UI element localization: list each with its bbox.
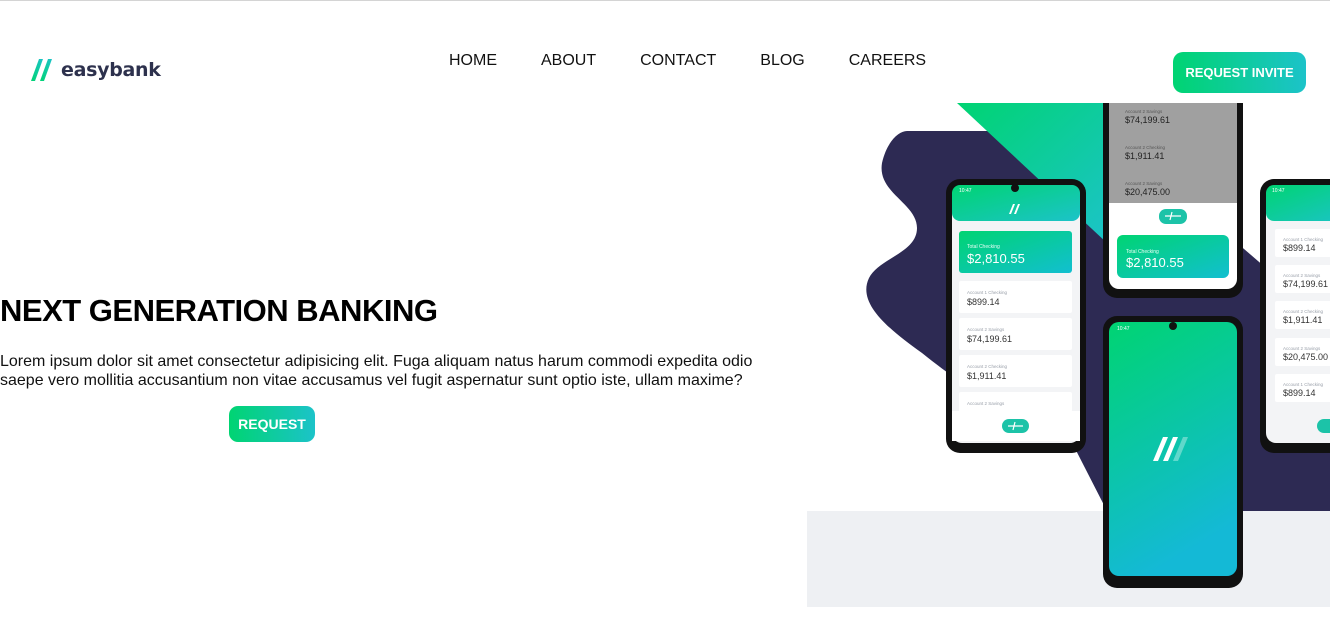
acct-amount: $20,475.00 xyxy=(1283,352,1328,362)
status-time-splash: 10:47 xyxy=(1117,326,1130,332)
hero-title: NEXT GENERATION BANKING xyxy=(0,293,438,328)
hero-mockup-image: 10:47 Total Checking $2,810.55 Account 1… xyxy=(807,103,1330,607)
request-button[interactable]: REQUEST xyxy=(229,406,315,442)
card-label-left: Total Checking xyxy=(967,244,1000,250)
acct-label: Account 1 Checking xyxy=(1283,237,1324,242)
acct-amount: $899.14 xyxy=(1283,243,1316,253)
page: easybank HOME ABOUT CONTACT BLOG CAREERS… xyxy=(0,0,1330,636)
nav-blog[interactable]: BLOG xyxy=(760,51,804,71)
nav-contact[interactable]: CONTACT xyxy=(640,51,716,71)
acct-label: Account 1 Checking xyxy=(1283,382,1324,387)
acct-amount: $74,199.61 xyxy=(1283,279,1328,289)
acct-amount: $899.14 xyxy=(1283,388,1316,398)
nav-home[interactable]: HOME xyxy=(449,51,497,71)
acct-label: Account 2 Savings xyxy=(1125,181,1163,186)
nav-about[interactable]: ABOUT xyxy=(541,51,596,71)
card-amount-top: $2,810.55 xyxy=(1126,255,1184,270)
acct-label: Account 2 Savings xyxy=(967,401,1005,406)
status-time-left: 10:47 xyxy=(959,188,972,194)
main-nav: HOME ABOUT CONTACT BLOG CAREERS xyxy=(449,51,926,71)
acct-label: Account 2 Savings xyxy=(1283,346,1321,351)
hero-description: Lorem ipsum dolor sit amet consectetur a… xyxy=(0,353,753,389)
logo-icon xyxy=(29,58,55,82)
acct-label: Account 2 Checking xyxy=(1125,145,1166,150)
status-time-right: 10:47 xyxy=(1272,188,1285,194)
acct-label: Account 2 Savings xyxy=(1125,109,1163,114)
acct-amount: $1,911.41 xyxy=(1283,315,1322,325)
floor-band xyxy=(807,511,1330,607)
acct-label: Account 2 Checking xyxy=(1283,309,1324,314)
nav-careers[interactable]: CAREERS xyxy=(849,51,926,71)
acct-amount: $1,911.41 xyxy=(967,371,1006,381)
logo-text: easybank xyxy=(61,59,161,81)
phone-left: 10:47 Total Checking $2,810.55 Account 1… xyxy=(946,179,1086,453)
acct-amount: $1,911.41 xyxy=(1125,151,1164,161)
acct-amount: $899.14 xyxy=(967,297,1000,307)
acct-label: Account 2 Savings xyxy=(1283,273,1321,278)
acct-label: Account 2 Checking xyxy=(967,364,1008,369)
request-invite-button[interactable]: REQUEST INVITE xyxy=(1173,52,1306,93)
acct-amount: $20,475.00 xyxy=(1125,187,1170,197)
acct-amount: $74,199.61 xyxy=(967,334,1012,344)
acct-label: Account 2 Savings xyxy=(967,327,1005,332)
phone-top: Account 2 Savings $74,199.61 Account 2 C… xyxy=(1103,103,1243,298)
card-amount-left: $2,810.55 xyxy=(967,251,1025,266)
logo[interactable]: easybank xyxy=(29,56,161,84)
acct-amount: $74,199.61 xyxy=(1125,115,1170,125)
acct-label: Account 1 Checking xyxy=(967,290,1008,295)
phone-splash: 10:47 xyxy=(1103,316,1243,588)
phone-right: 10:47 Account 1 Checking $899.14 Account… xyxy=(1260,179,1330,453)
